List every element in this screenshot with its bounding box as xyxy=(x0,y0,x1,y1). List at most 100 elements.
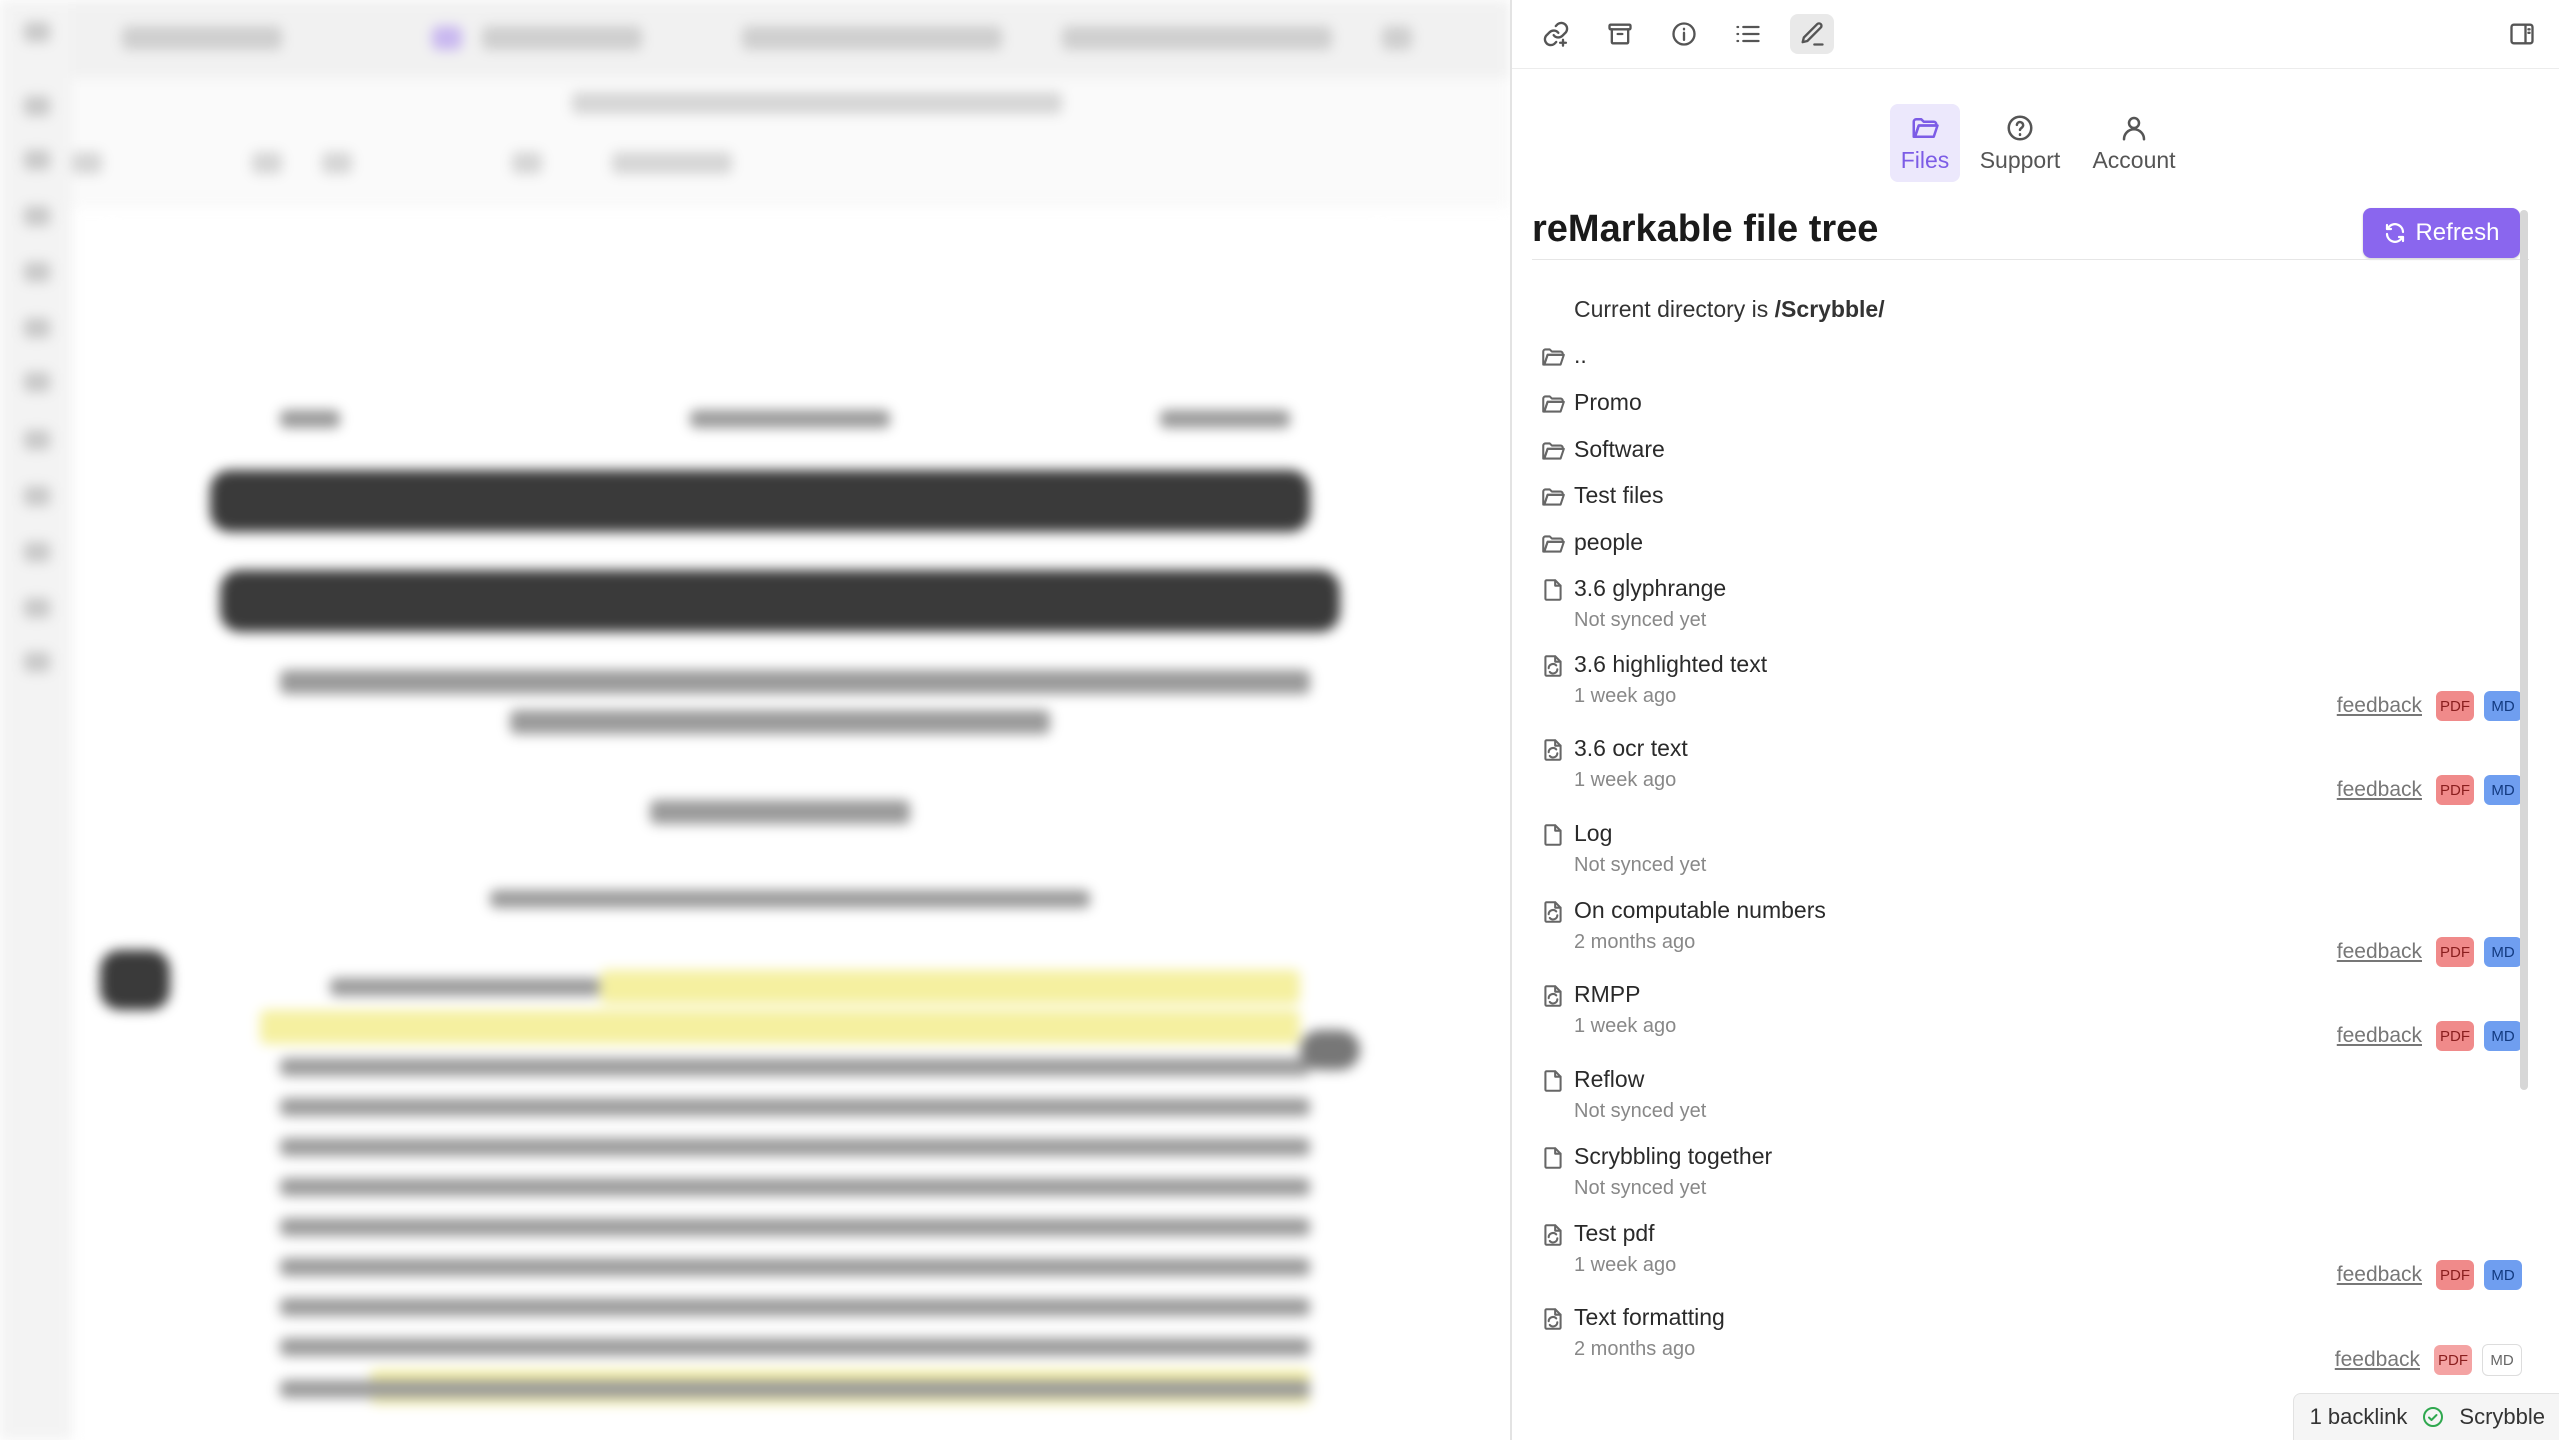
file-name: Reflow xyxy=(1574,1066,1645,1092)
page-title: reMarkable file tree xyxy=(1532,208,1879,250)
current-directory-path: /Scrybble/ xyxy=(1774,296,1885,322)
file-actions: feedback PDF MD xyxy=(2337,1021,2522,1051)
file-actions: feedback PDF MD xyxy=(2337,691,2522,721)
file-name: 3.6 glyphrange xyxy=(1574,575,1727,601)
file-synced-icon xyxy=(1540,1222,1566,1248)
plugin-status[interactable]: Scrybble xyxy=(2459,1404,2545,1430)
folder-name: people xyxy=(1574,529,1644,555)
folder-icon xyxy=(1540,438,1566,464)
pdf-download-button[interactable]: PDF xyxy=(2436,775,2474,805)
pdf-download-button[interactable]: PDF xyxy=(2436,691,2474,721)
file-name: 3.6 ocr text xyxy=(1574,735,1688,761)
refresh-icon xyxy=(2386,223,2405,243)
file-sync-status: Not synced yet xyxy=(1574,609,1707,631)
left-ribbon xyxy=(0,0,72,1440)
tab-files-label: Files xyxy=(1900,146,1950,173)
folder-name: Test files xyxy=(1574,482,1664,508)
file-icon xyxy=(1540,822,1566,848)
status-bar: 1 backlink Scrybble xyxy=(2292,1393,2559,1440)
feedback-link[interactable]: feedback xyxy=(2337,694,2422,718)
md-download-button[interactable]: MD xyxy=(2484,937,2522,967)
pdf-download-button[interactable]: PDF xyxy=(2436,1260,2474,1290)
folder-open-icon xyxy=(1912,117,1939,138)
info-icon[interactable] xyxy=(1662,14,1706,54)
archive-icon[interactable] xyxy=(1598,14,1642,54)
blurred-tab-bar xyxy=(72,0,1510,78)
title-divider xyxy=(1532,259,2529,260)
pen-icon[interactable] xyxy=(1790,14,1834,54)
file-sync-status: 2 months ago xyxy=(1574,931,1696,953)
blurred-toolbar xyxy=(72,78,1510,208)
pdf-download-button[interactable]: PDF xyxy=(2434,1345,2472,1375)
md-download-button[interactable]: MD xyxy=(2482,1344,2522,1376)
folder-icon xyxy=(1540,531,1566,557)
tab-account[interactable]: Account xyxy=(2080,104,2188,182)
pdf-download-button[interactable]: PDF xyxy=(2436,937,2474,967)
feedback-link[interactable]: feedback xyxy=(2337,778,2422,802)
file-actions: feedback PDF MD xyxy=(2335,1344,2522,1376)
tab-files[interactable]: Files xyxy=(1890,104,1960,182)
file-name: Scrybbling together xyxy=(1574,1143,1773,1169)
file-sync-status: Not synced yet xyxy=(1574,1100,1707,1122)
file-name: Test pdf xyxy=(1574,1220,1655,1246)
tab-support[interactable]: Support xyxy=(1968,104,2072,182)
help-circle-icon xyxy=(2007,115,2033,140)
file-synced-icon xyxy=(1540,653,1566,679)
user-icon xyxy=(2122,116,2146,140)
folder-icon xyxy=(1540,391,1566,417)
feedback-link[interactable]: feedback xyxy=(2335,1348,2420,1372)
file-icon xyxy=(1540,1068,1566,1094)
tab-support-label: Support xyxy=(1979,146,2061,173)
file-sync-status: Not synced yet xyxy=(1574,854,1707,876)
file-sync-status: 2 months ago xyxy=(1574,1338,1696,1360)
file-actions: feedback PDF MD xyxy=(2337,937,2522,967)
file-sync-status: 1 week ago xyxy=(1574,685,1677,707)
backlinks-count[interactable]: 1 backlink xyxy=(2310,1404,2408,1430)
scrollbar[interactable] xyxy=(2520,210,2528,1090)
pdf-download-button[interactable]: PDF xyxy=(2436,1021,2474,1051)
file-icon xyxy=(1540,577,1566,603)
folder-icon xyxy=(1540,484,1566,510)
md-download-button[interactable]: MD xyxy=(2484,1260,2522,1290)
refresh-button[interactable]: Refresh xyxy=(2363,208,2520,258)
file-sync-status: 1 week ago xyxy=(1574,769,1677,791)
file-actions: feedback PDF MD xyxy=(2337,775,2522,805)
file-synced-icon xyxy=(1540,1306,1566,1332)
md-download-button[interactable]: MD xyxy=(2484,691,2522,721)
file-actions: feedback PDF MD xyxy=(2337,1260,2522,1290)
panel-toolbar xyxy=(1512,0,2559,69)
scrybble-panel: Files Support Account reMarkable file tr… xyxy=(1510,0,2559,1440)
md-download-button[interactable]: MD xyxy=(2484,1021,2522,1051)
feedback-link[interactable]: feedback xyxy=(2337,940,2422,964)
blurred-editor-pane xyxy=(0,0,1510,1440)
tab-account-label: Account xyxy=(2092,146,2176,173)
file-name: On computable numbers xyxy=(1574,897,1826,923)
file-name: 3.6 highlighted text xyxy=(1574,651,1768,677)
feedback-link[interactable]: feedback xyxy=(2337,1024,2422,1048)
md-download-button[interactable]: MD xyxy=(2484,775,2522,805)
file-synced-icon xyxy=(1540,737,1566,763)
sidebar-toggle-icon[interactable] xyxy=(2500,14,2544,54)
folder-name: Promo xyxy=(1574,389,1642,415)
file-name: Text formatting xyxy=(1574,1304,1725,1330)
check-circle-icon xyxy=(2423,1407,2444,1427)
list-icon[interactable] xyxy=(1726,14,1770,54)
file-sync-status: 1 week ago xyxy=(1574,1015,1677,1037)
refresh-label: Refresh xyxy=(2415,219,2500,246)
file-sync-status: Not synced yet xyxy=(1574,1177,1707,1199)
current-directory: Current directory is /Scrybble/ xyxy=(1574,296,1885,322)
panel-nav: Files Support Account xyxy=(1512,104,2559,184)
blurred-document-page xyxy=(100,230,1380,1440)
folder-name: .. xyxy=(1574,342,1587,368)
file-synced-icon xyxy=(1540,983,1566,1009)
blurred-content xyxy=(0,0,1510,1440)
file-icon xyxy=(1540,1145,1566,1171)
folder-icon xyxy=(1540,344,1566,370)
file-name: RMPP xyxy=(1574,981,1641,1007)
file-sync-status: 1 week ago xyxy=(1574,1254,1677,1276)
file-synced-icon xyxy=(1540,899,1566,925)
feedback-link[interactable]: feedback xyxy=(2337,1263,2422,1287)
folder-name: Software xyxy=(1574,436,1665,462)
file-name: Log xyxy=(1574,820,1613,846)
link-icon[interactable] xyxy=(1534,14,1578,54)
